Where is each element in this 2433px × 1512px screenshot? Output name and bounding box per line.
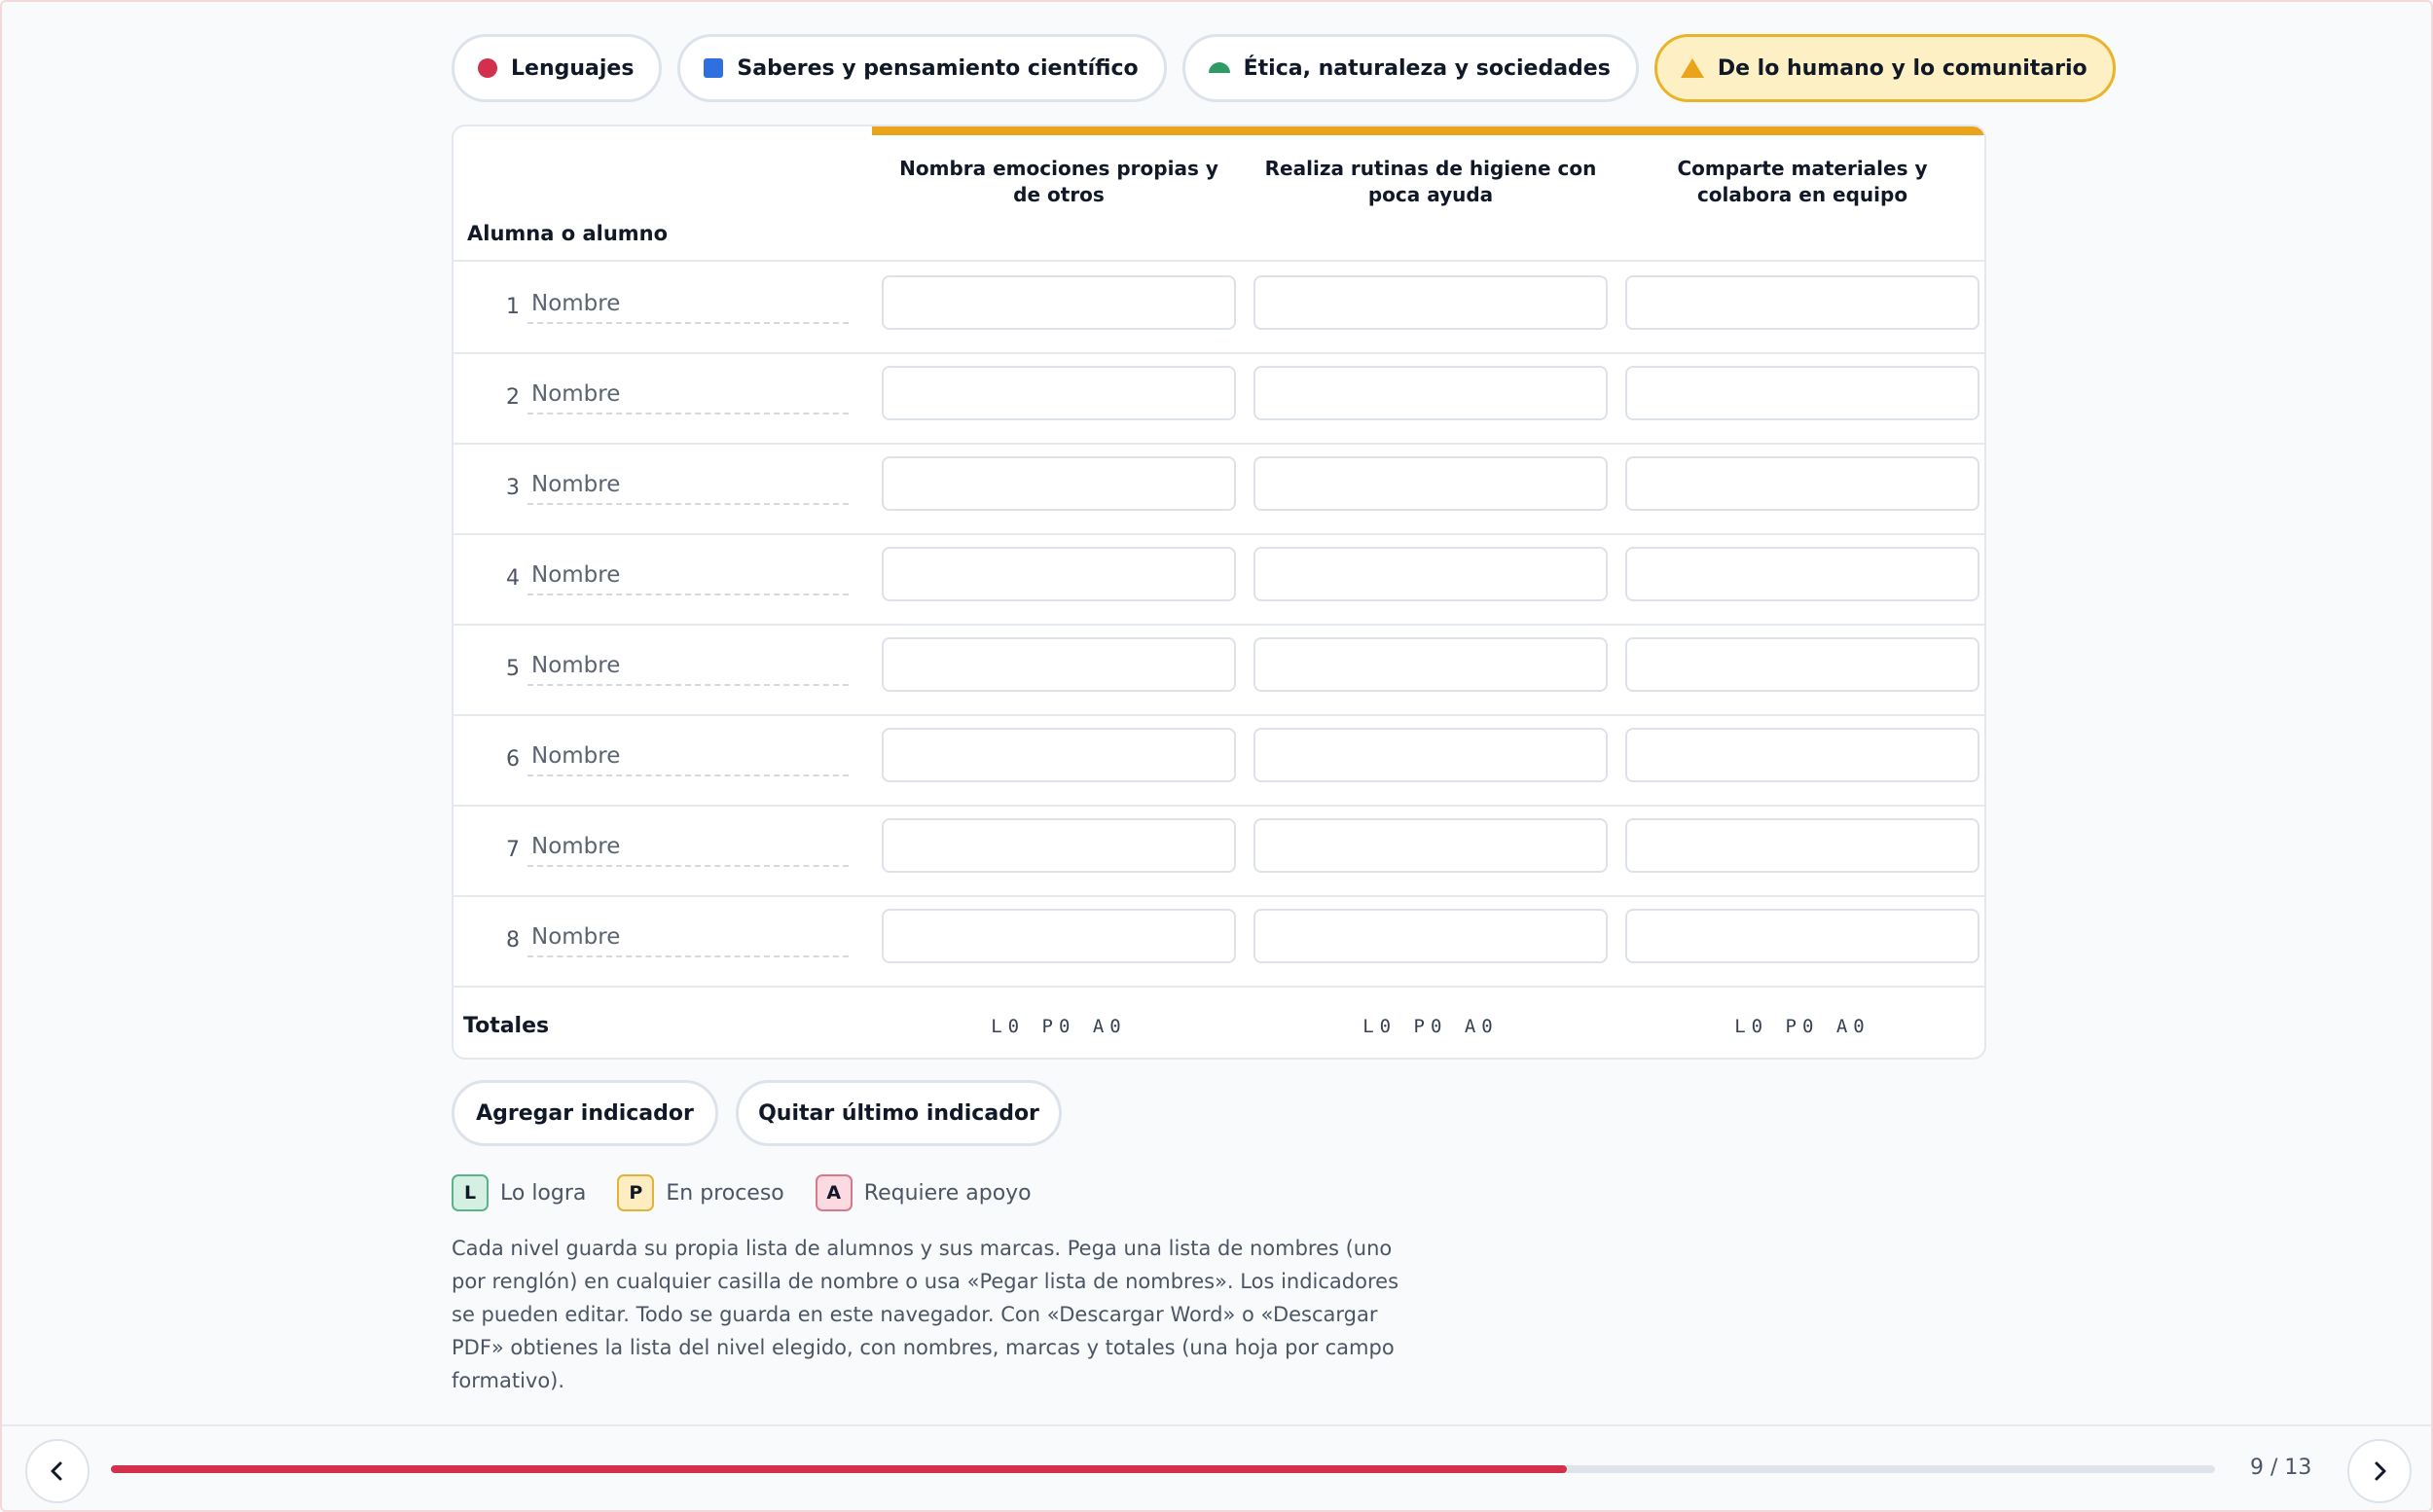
legend-label: Requiere apoyo xyxy=(863,1180,1032,1206)
table-row: 2 Nombre xyxy=(454,352,1984,443)
badge-a: A xyxy=(815,1174,853,1211)
previous-slide-button[interactable] xyxy=(25,1439,90,1503)
mark-cell[interactable] xyxy=(882,366,1236,420)
table-row: 4 Nombre xyxy=(454,533,1984,624)
mark-cell[interactable] xyxy=(1253,366,1608,420)
progress-bar xyxy=(111,1465,2215,1473)
row-divider xyxy=(454,986,1984,988)
row-number: 7 xyxy=(506,838,520,862)
student-name-input[interactable]: Nombre xyxy=(527,653,849,686)
student-name-input[interactable]: Nombre xyxy=(527,834,849,867)
tab-label: Saberes y pensamiento científico xyxy=(737,55,1139,81)
remove-last-indicator-button[interactable]: Quitar último indicador xyxy=(736,1080,1062,1146)
student-name-input[interactable]: Nombre xyxy=(527,472,849,505)
mark-cell[interactable] xyxy=(1253,275,1608,330)
student-name-input[interactable]: Nombre xyxy=(527,743,849,776)
green-dome-icon xyxy=(1208,61,1230,73)
mark-cell[interactable] xyxy=(1625,818,1979,873)
row-number: 6 xyxy=(506,747,520,772)
mark-cell[interactable] xyxy=(1253,547,1608,601)
totals-indicator-1: L0 P0 A0 xyxy=(991,1016,1127,1037)
yellow-triangle-icon xyxy=(1680,58,1704,78)
row-number: 2 xyxy=(506,385,520,410)
mark-cell[interactable] xyxy=(1253,637,1608,692)
legend-label: Lo logra xyxy=(500,1180,587,1206)
badge-l: L xyxy=(452,1174,489,1211)
indicator-header-2[interactable]: Realiza rutinas de higiene con poca ayud… xyxy=(1255,156,1606,208)
mark-cell[interactable] xyxy=(882,728,1236,782)
help-note: Cada nivel guarda su propia lista de alu… xyxy=(452,1237,1399,1392)
mark-cell[interactable] xyxy=(1625,366,1979,420)
mark-cell[interactable] xyxy=(1253,456,1608,511)
mark-cell[interactable] xyxy=(1625,275,1979,330)
legend-item-lo-logra: L Lo logra xyxy=(452,1174,586,1211)
app-frame: Lenguajes Saberes y pensamiento científi… xyxy=(0,0,2433,1512)
tab-saberes[interactable]: Saberes y pensamiento científico xyxy=(677,34,1167,102)
field-accent-bar xyxy=(872,126,1984,135)
totals-indicator-2: L0 P0 A0 xyxy=(1362,1016,1499,1037)
row-number: 5 xyxy=(506,657,520,681)
evaluation-table: Alumna o alumno Nombra emociones propias… xyxy=(452,125,1986,1060)
mark-cell[interactable] xyxy=(882,637,1236,692)
indicator-header-1[interactable]: Nombra emociones propias y de otros xyxy=(884,156,1234,208)
student-name-input[interactable]: Nombre xyxy=(527,562,849,595)
mark-cell[interactable] xyxy=(1253,909,1608,963)
mark-cell[interactable] xyxy=(882,818,1236,873)
progress-fill xyxy=(111,1465,1568,1473)
blue-square-icon xyxy=(704,58,724,78)
tab-etica[interactable]: Ética, naturaleza y sociedades xyxy=(1181,34,1639,102)
row-number: 8 xyxy=(506,928,520,953)
legend-label: En proceso xyxy=(666,1180,784,1206)
next-slide-button[interactable] xyxy=(2347,1439,2412,1503)
mark-cell[interactable] xyxy=(882,275,1236,330)
mark-cell[interactable] xyxy=(882,456,1236,511)
mark-cell[interactable] xyxy=(882,909,1236,963)
table-row: 7 Nombre xyxy=(454,805,1984,895)
mark-cell[interactable] xyxy=(1253,728,1608,782)
tab-lenguajes[interactable]: Lenguajes xyxy=(452,34,663,102)
student-name-input[interactable]: Nombre xyxy=(527,924,849,957)
indicator-header-3[interactable]: Comparte materiales y colabora en equipo xyxy=(1627,156,1978,208)
mark-cell[interactable] xyxy=(1625,728,1979,782)
table-row: 3 Nombre xyxy=(454,443,1984,533)
table-row: 6 Nombre xyxy=(454,714,1984,805)
mark-cell[interactable] xyxy=(1253,818,1608,873)
row-number: 3 xyxy=(506,476,520,500)
legend-item-en-proceso: P En proceso xyxy=(617,1174,784,1211)
add-indicator-button[interactable]: Agregar indicador xyxy=(452,1080,718,1146)
tab-label: Ética, naturaleza y sociedades xyxy=(1243,55,1611,81)
row-number: 1 xyxy=(506,295,520,319)
mark-cell[interactable] xyxy=(1625,547,1979,601)
student-column-header: Alumna o alumno xyxy=(467,222,669,245)
totals-indicator-3: L0 P0 A0 xyxy=(1734,1016,1870,1037)
page-counter: 9 / 13 xyxy=(2250,1456,2312,1480)
totals-label: Totales xyxy=(463,1014,550,1038)
badge-p: P xyxy=(617,1174,655,1211)
mark-cell[interactable] xyxy=(882,547,1236,601)
tab-label: Lenguajes xyxy=(511,55,635,81)
legend: L Lo logra P En proceso A Requiere apoyo xyxy=(452,1174,1063,1211)
tab-label: De lo humano y lo comunitario xyxy=(1717,55,2088,81)
row-number: 4 xyxy=(506,566,520,591)
mark-cell[interactable] xyxy=(1625,637,1979,692)
student-name-input[interactable]: Nombre xyxy=(527,291,849,324)
table-row: 8 Nombre xyxy=(454,895,1984,986)
footer-divider xyxy=(2,1424,2431,1426)
chevron-left-icon xyxy=(51,1461,62,1481)
red-circle-icon xyxy=(478,58,497,78)
table-row: 5 Nombre xyxy=(454,624,1984,714)
tab-humano-comunitario[interactable]: De lo humano y lo comunitario xyxy=(1653,34,2116,102)
campo-formativo-tabs: Lenguajes Saberes y pensamiento científi… xyxy=(452,34,2116,102)
table-row: 1 Nombre xyxy=(454,262,1984,352)
mark-cell[interactable] xyxy=(1625,456,1979,511)
mark-cell[interactable] xyxy=(1625,909,1979,963)
student-name-input[interactable]: Nombre xyxy=(527,381,849,414)
legend-item-requiere-apoyo: A Requiere apoyo xyxy=(815,1174,1032,1211)
chevron-right-icon xyxy=(2375,1461,2386,1481)
